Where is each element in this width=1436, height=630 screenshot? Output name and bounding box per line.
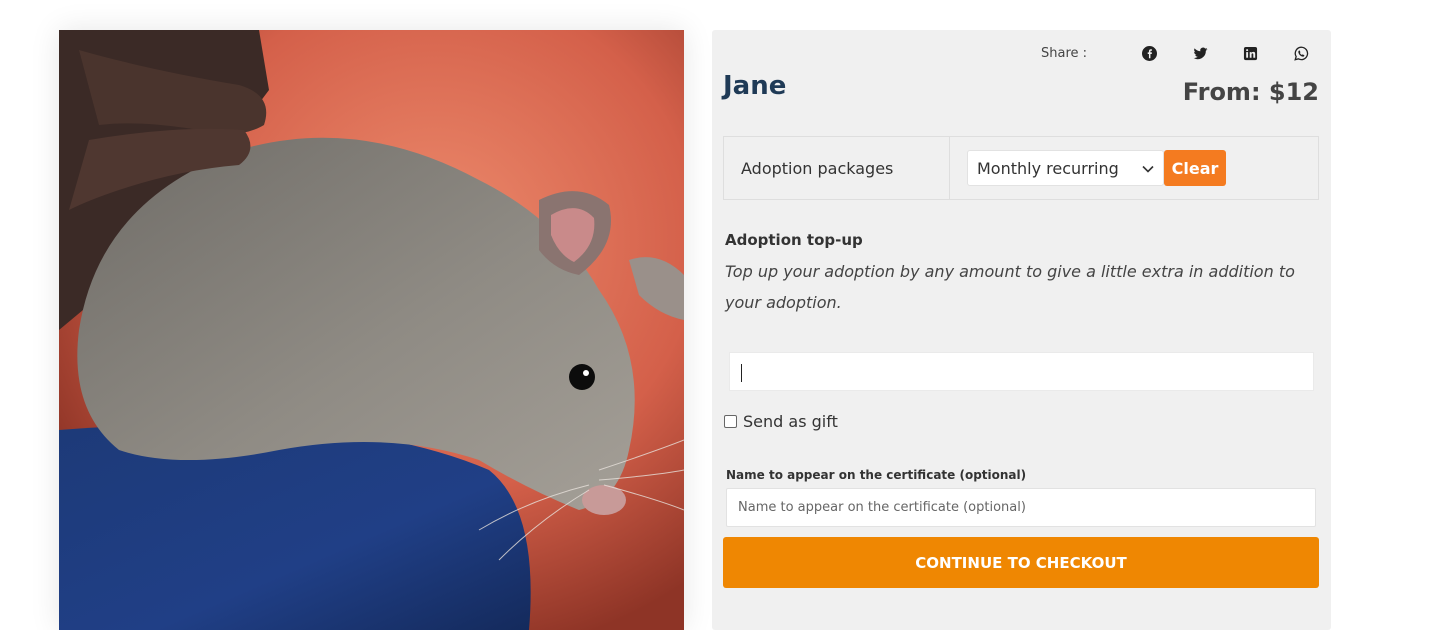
text-cursor [741,364,742,382]
topup-description: Top up your adoption by any amount to gi… [725,262,1295,312]
adoption-packages-label: Adoption packages [724,137,950,199]
adoption-packages-value-cell: Monthly recurring Clear [950,137,1318,199]
certificate-name-label: Name to appear on the certificate (optio… [726,468,1027,482]
continue-to-checkout-button[interactable]: CONTINUE TO CHECKOUT [723,537,1319,588]
adoption-packages-table: Adoption packages Monthly recurring Clea… [723,136,1319,200]
twitter-icon[interactable] [1192,45,1208,61]
product-photo-rat [59,30,684,630]
adoption-packages-selected-value: Monthly recurring [977,158,1119,178]
chevron-down-icon [1142,165,1154,173]
product-title: Jane [723,71,787,101]
clear-button[interactable]: Clear [1164,150,1226,186]
facebook-icon[interactable] [1141,45,1157,61]
product-panel: Share : Jane From: $12 Adoption packages… [712,30,1331,630]
topup-amount-input[interactable] [729,352,1314,391]
share-label: Share : [1041,46,1088,61]
adoption-packages-select[interactable]: Monthly recurring [967,150,1164,186]
certificate-name-input[interactable]: Name to appear on the certificate (optio… [726,488,1316,527]
whatsapp-icon[interactable] [1293,45,1309,61]
send-as-gift-checkbox[interactable] [724,415,737,428]
price-label: From: $12 [1182,78,1319,106]
rat-illustration [59,30,684,630]
send-as-gift-option[interactable]: Send as gift [724,412,838,431]
topup-heading: Adoption top-up [725,231,863,249]
linkedin-icon[interactable] [1242,45,1258,61]
send-as-gift-label: Send as gift [743,412,838,431]
